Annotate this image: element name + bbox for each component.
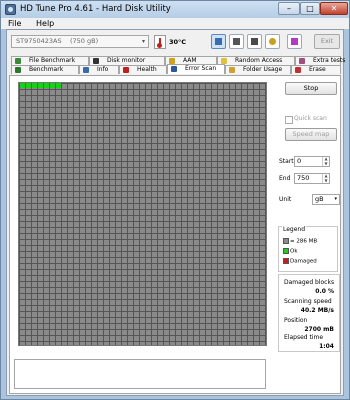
tab-erase[interactable]: Erase bbox=[291, 65, 341, 74]
options-icon bbox=[269, 38, 276, 45]
minimize-button[interactable]: – bbox=[278, 2, 300, 15]
green-block-swatch bbox=[283, 248, 289, 254]
help-icon bbox=[291, 38, 298, 45]
elapsed-time-value: 1:04 bbox=[319, 343, 334, 350]
damaged-blocks-value: 0.0 % bbox=[315, 288, 334, 295]
drive-select[interactable]: ST9750423AS (750 gB) ▾ bbox=[11, 35, 149, 48]
grey-block-swatch bbox=[283, 238, 289, 244]
log-area[interactable] bbox=[14, 359, 266, 389]
file-benchmark-icon bbox=[15, 58, 21, 64]
speed-map-button[interactable]: Speed map bbox=[285, 128, 337, 141]
quick-scan-checkbox[interactable] bbox=[285, 116, 293, 124]
scanning-speed-value: 40.2 MB/s bbox=[300, 307, 334, 314]
exit-button[interactable]: Exit bbox=[314, 34, 340, 49]
tab-info[interactable]: Info bbox=[79, 65, 119, 74]
chevron-down-icon: ▾ bbox=[141, 38, 145, 45]
close-button[interactable]: ✕ bbox=[320, 2, 348, 15]
help-button[interactable] bbox=[287, 34, 302, 49]
start-field[interactable]: 0 ▲ ▼ bbox=[294, 156, 330, 167]
legend-damaged: Damaged bbox=[283, 258, 317, 265]
position-value: 2700 mB bbox=[304, 326, 334, 333]
app-window: HD Tune Pro 4.61 - Hard Disk Utility – □… bbox=[0, 0, 350, 400]
error-scan-icon bbox=[171, 66, 177, 72]
folder-usage-icon bbox=[229, 67, 235, 73]
thermometer-icon bbox=[154, 35, 166, 49]
scan-controls: Stop Quick scan Speed map Start 0 ▲ ▼ End… bbox=[274, 76, 340, 394]
tab-health[interactable]: Health bbox=[119, 65, 167, 74]
tab-extra-tests[interactable]: Extra tests bbox=[295, 56, 345, 65]
temperature-value: 30°C bbox=[169, 38, 187, 46]
unit-label: Unit bbox=[279, 196, 292, 203]
scanning-speed-label: Scanning speed bbox=[284, 298, 332, 305]
disk-monitor-icon bbox=[93, 58, 99, 64]
app-disk-icon bbox=[5, 4, 16, 15]
toolbar: ST9750423AS (750 gB) ▾ 30°C Exit bbox=[7, 30, 343, 54]
scan-statistics: Damaged blocks 0.0 % Scanning speed 40.2… bbox=[278, 274, 340, 352]
end-label: End bbox=[279, 175, 291, 182]
window-title: HD Tune Pro 4.61 - Hard Disk Utility bbox=[20, 4, 171, 14]
options-button[interactable] bbox=[265, 34, 280, 49]
extra-tests-icon bbox=[299, 58, 305, 64]
tab-folder-usage[interactable]: Folder Usage bbox=[225, 65, 291, 74]
tab-disk-monitor[interactable]: Disk monitor bbox=[89, 56, 165, 65]
tab-benchmark[interactable]: Benchmark bbox=[11, 65, 79, 74]
end-field[interactable]: 750 ▲ ▼ bbox=[294, 173, 330, 184]
save-icon bbox=[251, 38, 258, 45]
tab-random-access[interactable]: Random Access bbox=[217, 56, 295, 65]
copy-screen-icon bbox=[233, 38, 240, 45]
damaged-blocks-label: Damaged blocks bbox=[284, 279, 335, 286]
tab-file-benchmark[interactable]: File Benchmark bbox=[11, 56, 89, 65]
quick-scan-label: Quick scan bbox=[294, 115, 327, 122]
ok-blocks bbox=[19, 83, 61, 88]
save-button[interactable] bbox=[247, 34, 262, 49]
start-spinner-icon[interactable]: ▲ ▼ bbox=[322, 156, 329, 166]
copy-info-button[interactable] bbox=[211, 34, 226, 49]
red-block-swatch bbox=[283, 258, 289, 264]
position-label: Position bbox=[284, 317, 308, 324]
info-icon bbox=[83, 67, 89, 73]
benchmark-icon bbox=[15, 67, 21, 73]
drive-model: ST9750423AS bbox=[16, 37, 62, 45]
title-bar[interactable]: HD Tune Pro 4.61 - Hard Disk Utility – □… bbox=[1, 1, 349, 18]
health-icon bbox=[123, 67, 129, 73]
start-label: Start bbox=[279, 158, 294, 165]
block-map-grid bbox=[18, 82, 267, 346]
error-scan-panel: Stop Quick scan Speed map Start 0 ▲ ▼ End… bbox=[9, 75, 341, 394]
chevron-down-icon: ▾ bbox=[334, 196, 337, 202]
end-spinner-icon[interactable]: ▲ ▼ bbox=[322, 173, 329, 183]
copy-info-icon bbox=[215, 38, 222, 45]
copy-screen-button[interactable] bbox=[229, 34, 244, 49]
legend-ok: Ok bbox=[283, 248, 298, 255]
erase-icon bbox=[295, 67, 301, 73]
elapsed-time-label: Elapsed time bbox=[284, 334, 324, 341]
maximize-button[interactable]: □ bbox=[300, 2, 320, 15]
menu-bar: File Help bbox=[1, 18, 349, 29]
unit-select[interactable]: gB ▾ bbox=[312, 194, 340, 205]
drive-size: (750 gB) bbox=[70, 37, 99, 45]
menu-file[interactable]: File bbox=[8, 18, 21, 29]
legend-title: Legend bbox=[282, 226, 307, 233]
stop-button[interactable]: Stop bbox=[285, 82, 337, 95]
menu-help[interactable]: Help bbox=[36, 18, 54, 29]
legend: Legend = 286 MB Ok Damaged bbox=[278, 226, 338, 272]
legend-block-size: = 286 MB bbox=[283, 238, 317, 245]
main-content: ST9750423AS (750 gB) ▾ 30°C Exit File Be… bbox=[6, 29, 345, 396]
tab-error-scan[interactable]: Error Scan bbox=[167, 64, 225, 74]
